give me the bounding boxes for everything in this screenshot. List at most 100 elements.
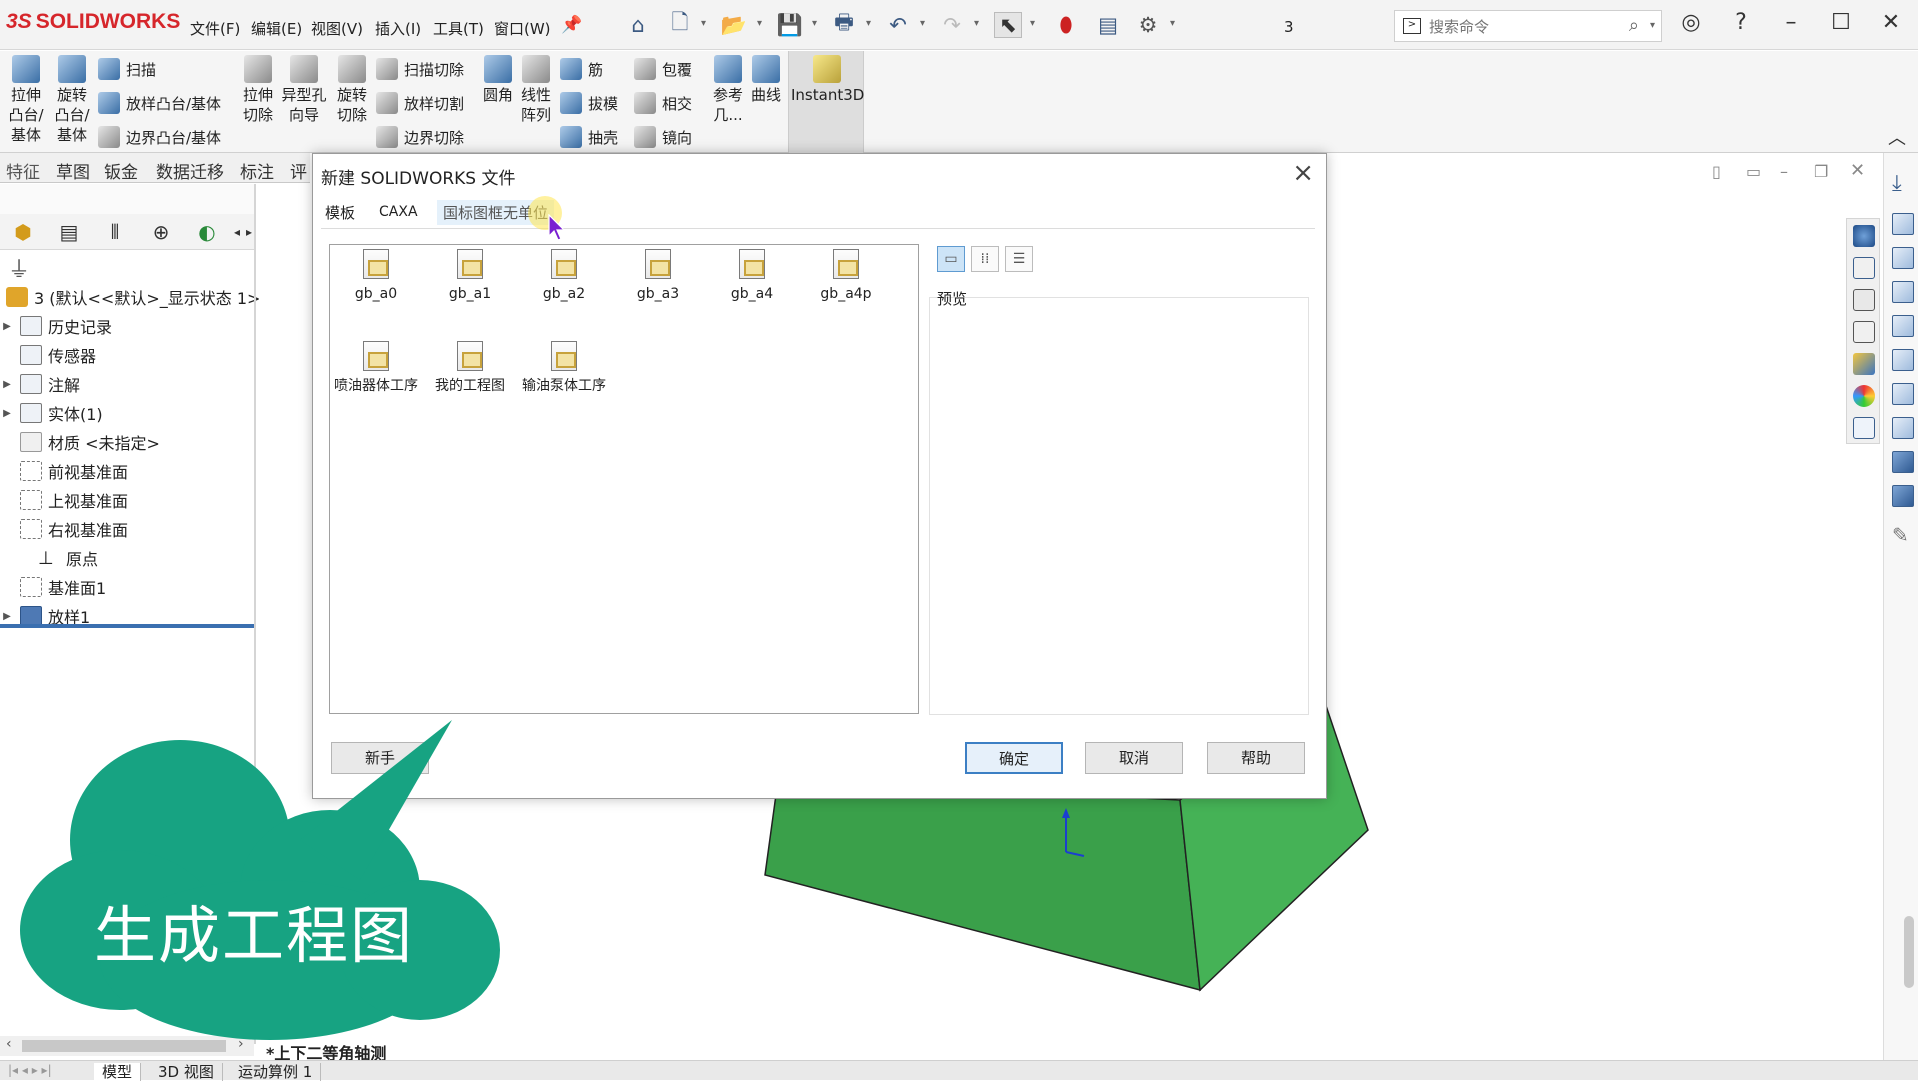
chevron-down-icon[interactable]: ▾	[1170, 18, 1175, 29]
view-cube-icon[interactable]	[1892, 315, 1914, 337]
boundary-cut-button[interactable]: 边界切除	[376, 123, 464, 151]
new-document-icon[interactable]: 🗋	[666, 10, 694, 38]
hole-wizard-button[interactable]: 异型孔 向导	[280, 55, 328, 125]
template-item[interactable]: 输油泵体工序	[522, 341, 606, 396]
view-cube-icon[interactable]	[1892, 417, 1914, 439]
tree-item-sensors[interactable]: 传感器	[0, 342, 96, 368]
menu-edit[interactable]: 编辑(E)	[251, 18, 302, 39]
tab-model[interactable]: 模型	[94, 1063, 142, 1081]
dimxpert-icon[interactable]: ⊕	[146, 218, 176, 246]
panel-icon[interactable]: ▯	[1712, 162, 1721, 181]
search-commands[interactable]: > ⌕ ▾	[1394, 10, 1662, 42]
configuration-manager-icon[interactable]: ⫴	[100, 218, 130, 246]
view-cube-icon[interactable]	[1892, 451, 1914, 473]
help-icon[interactable]: ?	[1721, 10, 1761, 35]
revolve-cut-button[interactable]: 旋转 切除	[332, 55, 372, 125]
template-item[interactable]: gb_a4p	[804, 249, 888, 304]
traffic-light-icon[interactable]: ⬮	[1052, 12, 1080, 38]
expand-arrow-icon[interactable]: ▶	[0, 321, 14, 332]
display-manager-icon[interactable]: ◐	[192, 218, 222, 246]
expand-arrow-icon[interactable]: ▶	[0, 408, 14, 419]
pin-icon[interactable]: 📌	[558, 12, 586, 38]
menu-tools[interactable]: 工具(T)	[433, 18, 484, 39]
panel-icon[interactable]: ▭	[1746, 162, 1761, 181]
scrollbar-thumb[interactable]	[22, 1040, 226, 1052]
reference-geometry-button[interactable]: 参考 几...	[710, 55, 746, 125]
tab-markup[interactable]: 标注	[240, 158, 274, 183]
list-view-icon[interactable]: ⁞⁞	[971, 246, 999, 272]
file-explorer-icon[interactable]	[1853, 321, 1875, 343]
wrap-button[interactable]: 包覆	[634, 55, 692, 83]
template-item[interactable]: 喷油器体工序	[334, 341, 418, 396]
view-cube-icon[interactable]	[1892, 281, 1914, 303]
tab-sketch[interactable]: 草图	[56, 158, 90, 183]
template-item[interactable]: gb_a3	[616, 249, 700, 304]
restore-icon[interactable]: ❐	[1814, 162, 1828, 181]
intersect-button[interactable]: 相交	[634, 89, 692, 117]
tree-item-front-plane[interactable]: 前视基准面	[0, 458, 128, 484]
appearances-icon[interactable]	[1853, 385, 1875, 407]
tab-3d-views[interactable]: 3D 视图	[150, 1063, 223, 1081]
select-icon[interactable]: ⬉	[994, 12, 1022, 38]
menu-file[interactable]: 文件(F)	[190, 18, 240, 39]
menu-window[interactable]: 窗口(W)	[494, 18, 551, 39]
undo-icon[interactable]: ↶	[884, 12, 912, 38]
template-item[interactable]: gb_a0	[334, 249, 418, 304]
shell-button[interactable]: 抽壳	[560, 123, 618, 151]
design-library-icon[interactable]	[1853, 289, 1875, 311]
cancel-button[interactable]: 取消	[1085, 742, 1183, 774]
home-icon[interactable]: ⌂	[624, 12, 652, 38]
tab-evaluate[interactable]: 评	[290, 158, 307, 183]
solidworks-resources-icon[interactable]	[1853, 225, 1875, 247]
chevron-down-icon[interactable]: ▾	[757, 18, 762, 29]
chevron-down-icon[interactable]: ▾	[701, 18, 706, 29]
tab-motion-study[interactable]: 运动算例 1	[230, 1063, 322, 1081]
print-icon[interactable]: 🖶	[830, 10, 858, 38]
chevron-down-icon[interactable]: ▾	[812, 18, 817, 29]
file-properties-icon[interactable]: ▤	[1094, 12, 1122, 38]
template-item[interactable]: 我的工程图	[428, 341, 512, 396]
close-icon[interactable]: ✕	[1850, 160, 1865, 181]
view-cube-icon[interactable]	[1892, 485, 1914, 507]
property-manager-icon[interactable]: ▤	[54, 218, 84, 246]
tree-item-history[interactable]: ▶ 历史记录	[0, 313, 112, 339]
chevron-down-icon[interactable]: ▾	[1650, 20, 1655, 31]
minimize-icon[interactable]: –	[1780, 162, 1788, 181]
vertical-scrollbar[interactable]	[1904, 916, 1914, 988]
template-item[interactable]: gb_a4	[710, 249, 794, 304]
maximize-icon[interactable]: ☐	[1821, 10, 1861, 35]
ok-button[interactable]: 确定	[965, 742, 1063, 774]
gear-icon[interactable]: ⚙	[1134, 12, 1162, 38]
extrude-cut-button[interactable]: 拉伸 切除	[238, 55, 278, 125]
expand-arrow-icon[interactable]: ▶	[0, 379, 14, 390]
tree-root[interactable]: 3 (默认<<默认>_显示状态 1>	[0, 284, 260, 310]
rib-button[interactable]: 筋	[560, 55, 603, 83]
open-icon[interactable]: 📂	[720, 12, 748, 38]
tab-features[interactable]: 特征	[6, 158, 40, 183]
revolve-boss-button[interactable]: 旋转 凸台/ 基体	[52, 55, 92, 145]
details-view-icon[interactable]: ☰	[1005, 246, 1033, 272]
minimize-icon[interactable]: –	[1771, 10, 1811, 35]
tree-item-solid-bodies[interactable]: ▶ 实体(1)	[0, 400, 103, 426]
curves-button[interactable]: 曲线	[748, 55, 784, 105]
tree-item-material[interactable]: 材质 <未指定>	[0, 429, 160, 455]
tab-caxa[interactable]: CAXA	[373, 202, 424, 222]
view-cube-icon[interactable]	[1892, 383, 1914, 405]
close-icon[interactable]: ×	[1292, 158, 1314, 188]
tree-item-plane1[interactable]: 基准面1	[0, 574, 106, 600]
chevron-down-icon[interactable]: ▾	[866, 18, 871, 29]
large-icons-view-icon[interactable]: ▭	[937, 246, 965, 272]
redo-icon[interactable]: ↷	[938, 12, 966, 38]
loft-boss-button[interactable]: 放样凸台/基体	[98, 89, 221, 117]
swept-cut-button[interactable]: 扫描切除	[376, 55, 464, 83]
view-cube-icon[interactable]	[1892, 349, 1914, 371]
rollback-bar[interactable]	[0, 624, 254, 628]
feature-manager-icon[interactable]: ⬢	[8, 218, 38, 246]
view-palette-icon[interactable]	[1853, 353, 1875, 375]
linear-pattern-button[interactable]: 线性 阵列	[518, 55, 554, 125]
boundary-boss-button[interactable]: 边界凸台/基体	[98, 123, 221, 151]
collapse-ribbon-icon[interactable]: ︿	[1888, 124, 1906, 150]
chevron-down-icon[interactable]: ▾	[974, 18, 979, 29]
tab-data-migration[interactable]: 数据迁移	[156, 158, 224, 183]
mirror-button[interactable]: 镜向	[634, 123, 692, 151]
